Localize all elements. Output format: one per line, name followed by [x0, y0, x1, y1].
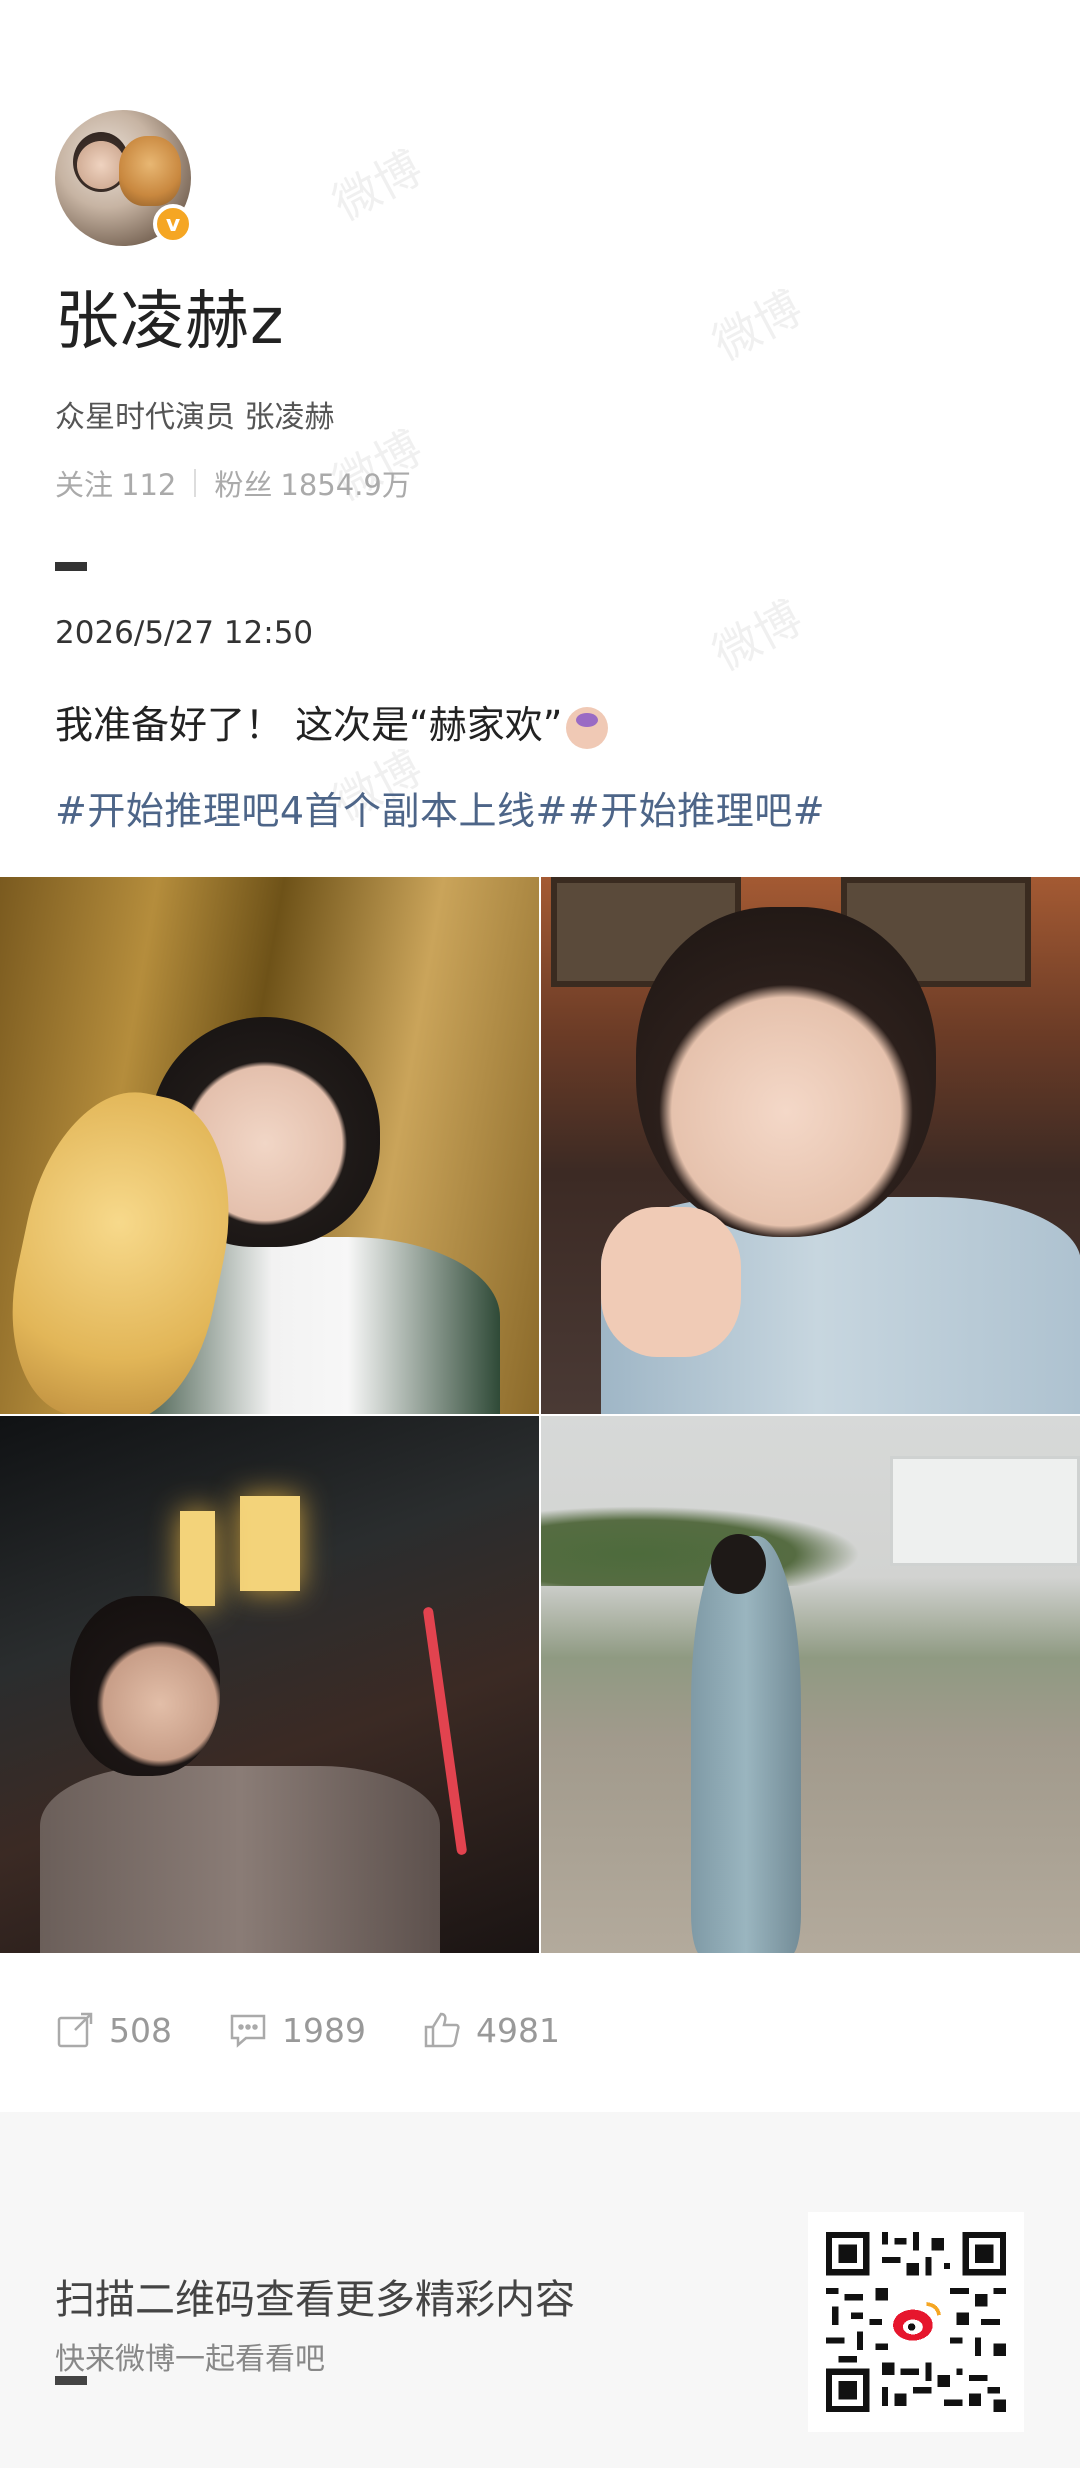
- following-label: 关注: [55, 468, 114, 502]
- repost-icon: [57, 2012, 93, 2048]
- profile-stats: 关注 112 粉丝 1854.9万: [55, 462, 1035, 504]
- comment-button[interactable]: 1989: [228, 2010, 366, 2050]
- followers-stat[interactable]: 粉丝 1854.9万: [214, 462, 411, 504]
- thumbs-up-icon: [424, 2012, 460, 2048]
- like-button[interactable]: 4981: [422, 2010, 560, 2050]
- section-divider: [55, 562, 87, 571]
- post-hashtags[interactable]: #开始推理吧4首个副本上线##开始推理吧#: [55, 780, 1045, 835]
- photo-person: [691, 1536, 801, 1953]
- photo-face: [636, 907, 936, 1237]
- comment-icon: [230, 2014, 266, 2048]
- comment-count: 1989: [282, 2010, 366, 2050]
- repost-count: 508: [109, 2010, 172, 2050]
- post-text: 我准备好了！ 这次是“赫家欢”: [55, 703, 563, 747]
- post: 2026/5/27 12:50 我准备好了！ 这次是“赫家欢” #开始推理吧4首…: [55, 615, 1045, 835]
- avatar-container[interactable]: v: [55, 110, 193, 246]
- share-footer: 扫描二维码查看更多精彩内容 快来微博一起看看吧: [0, 2112, 1080, 2468]
- stats-divider: [194, 469, 197, 497]
- profile-header: v 张凌赫z 众星时代演员 张凌赫 关注 112 粉丝 1854.9万: [55, 110, 1035, 571]
- post-content: 我准备好了！ 这次是“赫家欢”: [55, 701, 1045, 750]
- photo-body: [40, 1766, 440, 1953]
- verified-icon: v: [153, 204, 193, 244]
- followers-count: 1854.9万: [280, 468, 411, 502]
- post-photo-4[interactable]: [541, 1416, 1080, 1953]
- person-raising-hand-icon: [566, 706, 609, 749]
- post-actions: 508 1989 4981: [55, 2010, 616, 2050]
- following-stat[interactable]: 关注 112: [55, 462, 176, 504]
- qr-code-icon: [826, 2232, 1006, 2412]
- footer-title: 扫描二维码查看更多精彩内容: [55, 2277, 575, 2323]
- post-timestamp: 2026/5/27 12:50: [55, 615, 314, 651]
- followers-label: 粉丝: [214, 468, 273, 502]
- following-count: 112: [121, 468, 177, 502]
- username[interactable]: 张凌赫z: [55, 270, 1035, 362]
- photo-grid: [0, 877, 1080, 1955]
- photo-window: [180, 1511, 215, 1606]
- post-photo-3[interactable]: [0, 1416, 539, 1953]
- avatar-dog: [119, 136, 181, 206]
- qr-code[interactable]: [808, 2212, 1024, 2432]
- footer-subtitle: 快来微博一起看看吧: [55, 2342, 325, 2377]
- repost-button[interactable]: 508: [55, 2010, 172, 2050]
- footer-divider: [55, 2376, 87, 2385]
- bio: 众星时代演员 张凌赫: [55, 400, 335, 435]
- post-photo-2[interactable]: [541, 877, 1080, 1414]
- photo-hand: [601, 1207, 741, 1357]
- photo-person-head: [711, 1534, 766, 1594]
- post-photo-1[interactable]: [0, 877, 539, 1414]
- like-count: 4981: [475, 2010, 560, 2050]
- photo-building: [890, 1456, 1080, 1566]
- photo-window: [240, 1496, 300, 1591]
- photo-trees: [541, 1506, 861, 1586]
- photo-face: [70, 1596, 220, 1776]
